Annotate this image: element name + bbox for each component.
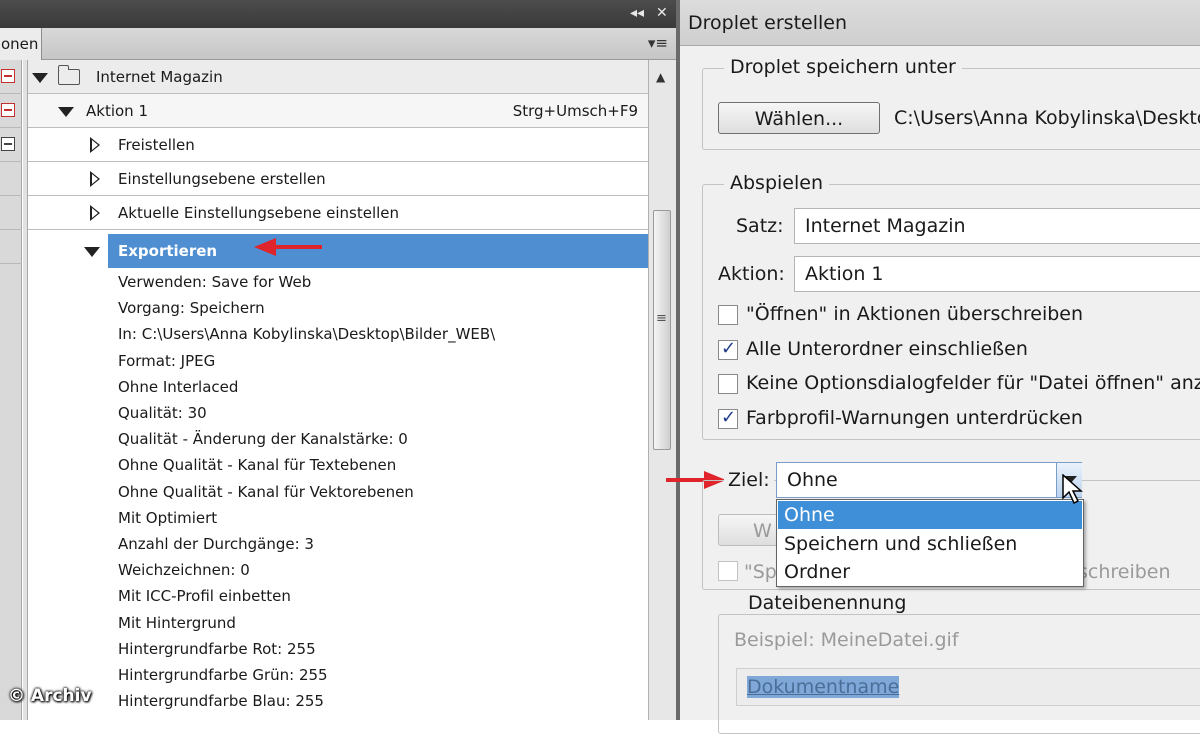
step-row-export[interactable]: Exportieren: [28, 234, 648, 268]
suppress-open-dialogs-checkbox[interactable]: [718, 374, 738, 394]
step-label: Exportieren: [118, 242, 218, 260]
action-set-name: Internet Magazin: [96, 68, 223, 86]
dialog-toggle-icon[interactable]: [1, 137, 15, 151]
tab-actions[interactable]: onen: [0, 28, 42, 60]
panel-menu-icon[interactable]: ▾≡: [648, 34, 668, 52]
collapse-panel-icon[interactable]: ◂◂: [630, 5, 644, 21]
choose-location-button[interactable]: Wählen...: [718, 102, 880, 134]
scroll-up-icon[interactable]: ▲: [656, 70, 665, 84]
dialog-toggle-icon[interactable]: [1, 103, 15, 117]
suppress-open-dialogs-label: Keine Optionsdialogfelder für "Datei öff…: [746, 372, 1200, 394]
toggle-cell[interactable]: [0, 162, 22, 196]
step-label: Aktuelle Einstellungsebene einstellen: [118, 204, 400, 222]
override-save-checkbox[interactable]: [718, 561, 738, 581]
action-set-row[interactable]: Internet Magazin: [28, 60, 648, 94]
item-toggle-column: [0, 60, 22, 720]
export-detail-line: Weichzeichnen: 0: [118, 561, 250, 580]
toggle-cell[interactable]: [0, 230, 22, 264]
export-detail-line: Format: JPEG: [118, 351, 216, 370]
target-label: Ziel:: [724, 468, 774, 492]
override-save-label-end: schreiben: [1078, 561, 1171, 583]
save-path: C:\Users\Anna Kobylinska\Deskto: [894, 107, 1200, 129]
dialog-title: Droplet erstellen: [680, 0, 1200, 46]
save-group-title: Droplet speichern unter: [724, 56, 962, 78]
dialog-toggle-icon[interactable]: [1, 69, 15, 83]
expand-down-icon[interactable]: [58, 107, 74, 117]
target-select[interactable]: Ohne: [776, 462, 1082, 498]
step-row[interactable]: Einstellungsebene erstellen: [28, 162, 648, 196]
target-option[interactable]: Ordner: [778, 558, 1082, 586]
export-detail-line: Hintergrundfarbe Blau: 255: [118, 692, 324, 711]
expand-right-icon[interactable]: [90, 137, 100, 153]
toggle-cell[interactable]: [0, 60, 22, 94]
export-detail-line: Qualität - Änderung der Kanalstärke: 0: [118, 430, 408, 449]
export-detail-line: Hintergrundfarbe Grün: 255: [118, 666, 328, 684]
grip-icon: ≡: [656, 311, 667, 326]
selected-step-highlight: Exportieren: [108, 234, 648, 268]
toggle-cell[interactable]: [0, 128, 22, 162]
actions-panel: ◂◂ ✕ onen ▾≡ Internet Magazin Aktion 1 S…: [0, 0, 676, 720]
copyright-watermark: © Archiv: [8, 686, 92, 706]
droplet-dialog: Droplet erstellen Droplet speichern unte…: [666, 0, 1200, 734]
naming-field-value: Dokumentname: [747, 676, 900, 698]
include-subfolders-checkbox[interactable]: [718, 338, 738, 360]
annotation-arrow: [254, 238, 322, 256]
toggle-cell[interactable]: [0, 94, 22, 128]
step-label: Freistellen: [118, 136, 195, 154]
export-detail-line: Anzahl der Durchgänge: 3: [118, 535, 314, 553]
naming-field[interactable]: Dokumentname: [736, 668, 1200, 706]
target-option[interactable]: Ohne: [778, 501, 1082, 529]
panel-title-bar: ◂◂ ✕: [0, 0, 676, 28]
action-select[interactable]: Aktion 1: [794, 256, 1200, 292]
action-label: Aktion:: [718, 263, 785, 285]
export-detail-line: Ohne Interlaced: [118, 377, 239, 396]
step-label: Einstellungsebene erstellen: [118, 170, 326, 188]
toggle-cell[interactable]: [0, 196, 22, 230]
naming-example: Beispiel: MeineDatei.gif: [734, 629, 959, 651]
include-subfolders-label: Alle Unterordner einschließen: [746, 338, 1028, 360]
override-save-label-start: "Sp: [744, 561, 777, 583]
mouse-cursor-icon: [1062, 474, 1083, 505]
set-label: Satz:: [736, 215, 784, 237]
override-open-label: "Öffnen" in Aktionen überschreiben: [746, 303, 1084, 325]
close-panel-icon[interactable]: ✕: [656, 5, 668, 21]
panel-scrollbar[interactable]: ▲ ≡: [648, 60, 676, 720]
expand-right-icon[interactable]: [90, 171, 100, 187]
scrollbar-thumb[interactable]: ≡: [653, 210, 671, 450]
expand-down-icon[interactable]: [84, 247, 100, 257]
step-row[interactable]: Aktuelle Einstellungsebene einstellen: [28, 196, 648, 230]
action-name: Aktion 1: [86, 102, 148, 120]
export-detail-line: Mit Optimiert: [118, 508, 218, 527]
export-detail-line: In: C:\Users\Anna Kobylinska\Desktop\Bil…: [118, 325, 496, 344]
step-row[interactable]: Freistellen: [28, 128, 648, 162]
export-detail-line: Ohne Qualität - Kanal für Vektorebenen: [118, 482, 414, 501]
action-row[interactable]: Aktion 1 Strg+Umsch+F9: [28, 94, 648, 128]
action-shortcut: Strg+Umsch+F9: [512, 102, 638, 120]
export-detail-line: Qualität: 30: [118, 404, 207, 422]
export-detail-line: Ohne Qualität - Kanal für Textebenen: [118, 456, 397, 475]
target-dropdown-list: Ohne Speichern und schließen Ordner: [776, 499, 1084, 587]
folder-icon: [58, 65, 80, 85]
target-option[interactable]: Speichern und schließen: [778, 530, 1082, 558]
naming-group-title: Dateibenennung: [742, 592, 913, 614]
override-open-checkbox[interactable]: [718, 305, 738, 325]
export-detail-line: Vorgang: Speichern: [118, 299, 265, 318]
expand-right-icon[interactable]: [90, 205, 100, 221]
export-detail-line: Mit Hintergrund: [118, 613, 236, 632]
expand-down-icon[interactable]: [32, 73, 48, 83]
play-group-title: Abspielen: [724, 172, 829, 194]
suppress-color-warnings-checkbox[interactable]: [718, 407, 738, 429]
export-detail-line: Mit ICC-Profil einbetten: [118, 587, 291, 606]
panel-tab-bar: onen ▾≡: [0, 28, 676, 60]
export-detail-line: Hintergrundfarbe Rot: 255: [118, 639, 316, 658]
suppress-color-warnings-label: Farbprofil-Warnungen unterdrücken: [746, 407, 1083, 429]
set-select[interactable]: Internet Magazin: [794, 208, 1200, 244]
export-detail-line: Verwenden: Save for Web: [118, 273, 312, 291]
